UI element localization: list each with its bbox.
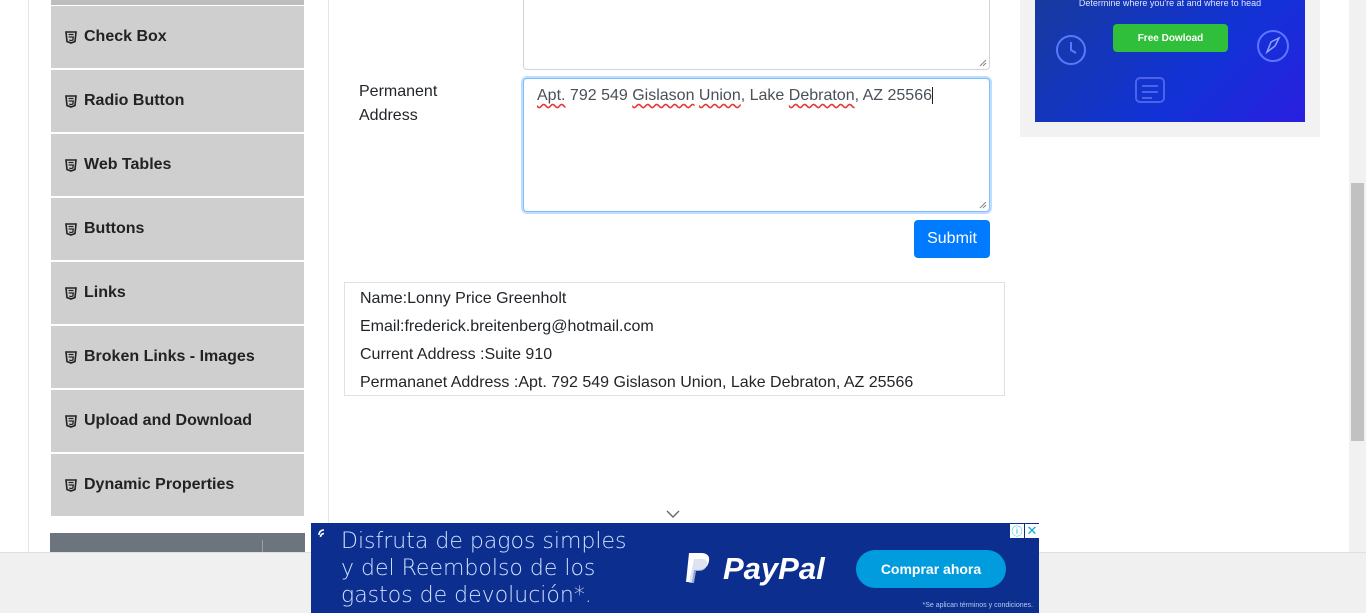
html5-icon [65,478,77,492]
html5-icon [65,94,77,108]
output-permanent-address: Permananet Address :Apt. 792 549 Gislaso… [360,374,914,391]
sidebar-item-label: Buttons [84,220,145,237]
sidebar: Check Box Radio Button Web Tables Button… [50,0,305,552]
right-ad-banner[interactable]: Determine where you're at and where to h… [1035,0,1305,122]
html5-icon [65,286,77,300]
text-word: Union [698,87,741,104]
sidebar-item-buttons[interactable]: Buttons [51,198,304,260]
output-current-address: Current Address :Suite 910 [360,346,553,363]
list-icon [1135,77,1165,103]
resize-grip-icon[interactable] [979,201,987,209]
sidebar-item-upload-and-download[interactable]: Upload and Download [51,390,304,452]
permanent-address-textarea[interactable]: Apt. 792 549 Gislason Union, Lake Debrat… [523,78,990,212]
sidebar-item-radio-button[interactable]: Radio Button [51,70,304,132]
html5-icon [65,350,77,364]
right-ad-tagline: Determine where you're at and where to h… [1078,0,1262,8]
text-word: Gislason [632,87,695,104]
sidebar-item-dynamic-properties[interactable]: Dynamic Properties [51,454,304,516]
sidebar-item-label: Broken Links - Images [84,348,255,365]
output-name: Name:Lonny Price Greenholt [360,290,567,307]
ad-info-icon[interactable]: ⓘ [1010,524,1024,538]
sidebar-item-label: Upload and Download [84,412,252,429]
sidebar-item-label: Web Tables [84,156,172,173]
paypal-logo-icon [686,553,710,583]
sidebar-item-label: Check Box [84,28,167,45]
right-ad[interactable]: Determine where you're at and where to h… [1020,0,1320,137]
output-email: Email:frederick.breitenberg@hotmail.com [360,318,654,335]
sidebar-group-header[interactable] [50,533,305,552]
resize-grip-icon[interactable] [979,59,987,67]
text-word: , AZ 25566 [854,87,932,104]
rocket-icon [1257,30,1289,62]
label-line: Address [359,107,418,124]
text-word: , Lake [740,87,785,104]
permanent-address-label: Permanent Address [359,80,437,128]
chevron-down-icon[interactable] [666,509,680,519]
clock-icon [1056,35,1086,65]
free-download-button[interactable]: Free Dowload [1113,24,1228,52]
content-divider [328,0,329,552]
ad-fine-print: *Se aplican términos y condiciones. [922,602,1033,609]
text-word: Apt. [537,87,566,104]
sidebar-item-broken-links-images[interactable]: Broken Links - Images [51,326,304,388]
page-border-line [28,0,29,552]
ad-close-icon[interactable]: ✕ [1025,523,1039,538]
divider [262,540,263,552]
current-address-textarea[interactable] [523,0,990,70]
html5-icon [65,158,77,172]
paypal-ad[interactable]: Disfruta de pagos simples y del Reembols… [311,523,1039,613]
submit-button[interactable]: Submit [914,220,990,258]
ad-choices-icon[interactable] [317,528,328,542]
comprar-ahora-button[interactable]: Comprar ahora [856,550,1006,588]
html5-icon [65,30,77,44]
ad-headline: Disfruta de pagos simples y del Reembols… [341,529,627,608]
sidebar-item-check-box[interactable]: Check Box [51,6,304,68]
text-word: 792 549 [569,87,628,104]
ad-brand: PayPal [723,551,825,586]
sidebar-item-label: Radio Button [84,92,185,109]
scrollbar-thumb[interactable] [1351,183,1364,441]
sidebar-item-label: Dynamic Properties [84,476,235,493]
sidebar-item-label: Links [84,284,126,301]
text-word: Debraton [788,87,855,104]
sidebar-item-web-tables[interactable]: Web Tables [51,134,304,196]
sidebar-item-links[interactable]: Links [51,262,304,324]
output-panel: Name:Lonny Price Greenholt Email:frederi… [344,282,1005,396]
html5-icon [65,414,77,428]
sidebar-item-partial [51,0,304,5]
text-cursor [932,87,933,104]
html5-icon [65,222,77,236]
label-line: Permanent [359,83,438,100]
